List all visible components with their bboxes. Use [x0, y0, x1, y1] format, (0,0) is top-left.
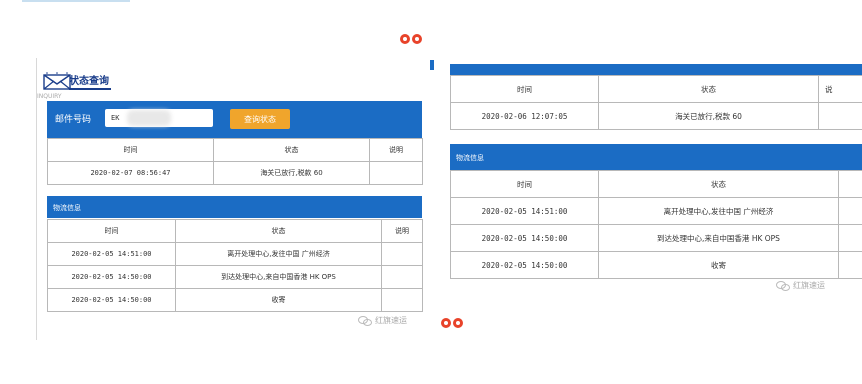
- watermark: 红旗速运: [776, 280, 825, 291]
- col-header-time: 时间: [47, 138, 214, 162]
- pager-dot: [400, 34, 410, 44]
- col-header-time: 时间: [47, 219, 176, 243]
- col-header-status: 状态: [175, 219, 382, 243]
- pager-dots-bottom: [441, 318, 463, 328]
- table-row: 2020-02-05 14:51:00 离开处理中心,发往中国 广州经济: [47, 242, 423, 266]
- col-header-status: 状态: [213, 138, 370, 162]
- table-header-row: 时间 状态 说明: [47, 219, 423, 243]
- logistics-table: 时间 状态 说明 2020-02-05 14:51:00 离开处理中心,发往中国…: [47, 219, 423, 312]
- logistics-header: 物流信息: [47, 196, 422, 218]
- cell-time: 2020-02-07 08:56:47: [47, 161, 214, 185]
- logistics-header: 物流信息: [450, 144, 862, 170]
- page-title: 状态查询: [69, 72, 111, 90]
- cell-status: 收寄: [598, 251, 839, 279]
- cell-status: 离开处理中心,发往中国 广州经济: [175, 242, 382, 266]
- cell-note: [369, 161, 423, 185]
- wechat-icon: [776, 281, 790, 291]
- cell-time: 2020-02-05 14:51:00: [450, 197, 599, 225]
- table-row: 2020-02-05 14:51:00 离开处理中心,发往中国 广州经济: [450, 197, 862, 225]
- table-row: 2020-02-05 14:50:00 收寄: [450, 251, 862, 279]
- envelope-icon: [43, 72, 71, 90]
- tracking-label: 邮件号码: [55, 115, 92, 125]
- query-form: 邮件号码 EK HK 查询状态: [47, 101, 422, 138]
- status-table: 时间 状态 说明 2020-02-07 08:56:47 海关已放行,税款 60: [47, 138, 423, 185]
- cell-time: 2020-02-05 14:50:00: [450, 224, 599, 252]
- logistics-title: 物流信息: [456, 154, 484, 162]
- watermark-text: 红旗速运: [793, 281, 825, 290]
- tracking-prefix: EK: [111, 114, 120, 122]
- col-header-status: 状态: [598, 75, 819, 103]
- cell-time: 2020-02-05 14:50:00: [450, 251, 599, 279]
- cell-status: 离开处理中心,发往中国 广州经济: [598, 197, 839, 225]
- cell-note: [381, 265, 423, 289]
- right-panel: 时间 状态 说 2020-02-06 12:07:05 海关已放行,税款 60 …: [450, 64, 862, 314]
- cell-note: [818, 102, 862, 130]
- cell-note: [381, 242, 423, 266]
- status-table: 时间 状态 说 2020-02-06 12:07:05 海关已放行,税款 60: [450, 75, 862, 130]
- table-row: 2020-02-05 14:50:00 到达处理中心,来自中国香港 HK OPS: [450, 224, 862, 252]
- col-header-status: 状态: [598, 170, 839, 198]
- left-panel: 状态查询 INQUIRY 邮件号码 EK HK 查询状态 时间 状态 说明 20…: [36, 58, 434, 340]
- table-row: 2020-02-05 14:50:00 收寄: [47, 288, 423, 312]
- header-logo: 状态查询: [43, 68, 111, 90]
- cell-status: 到达处理中心,来自中国香港 HK OPS: [598, 224, 839, 252]
- col-header-time: 时间: [450, 170, 599, 198]
- query-status-button[interactable]: 查询状态: [230, 109, 290, 129]
- logistics-title: 物流信息: [53, 204, 81, 212]
- table-row: 2020-02-05 14:50:00 到达处理中心,来自中国香港 HK OPS: [47, 265, 423, 289]
- cell-note: [838, 251, 862, 279]
- redaction-blur: [127, 110, 171, 126]
- table-header-row: 时间 状态: [450, 170, 862, 198]
- scroll-indicator: [430, 60, 434, 70]
- cell-status: 海关已放行,税款 60: [213, 161, 370, 185]
- col-header-note: 说明: [369, 138, 423, 162]
- col-header-note: [838, 170, 862, 198]
- top-blue-bar: [450, 64, 862, 75]
- cell-time: 2020-02-06 12:07:05: [450, 102, 599, 130]
- cell-time: 2020-02-05 14:50:00: [47, 265, 176, 289]
- cell-status: 海关已放行,税款 60: [598, 102, 819, 130]
- cell-status: 收寄: [175, 288, 382, 312]
- top-accent-line: [22, 0, 130, 2]
- logistics-table: 时间 状态 2020-02-05 14:51:00 离开处理中心,发往中国 广州…: [450, 170, 862, 279]
- pager-dot: [453, 318, 463, 328]
- pager-dot: [412, 34, 422, 44]
- col-header-note: 说明: [381, 219, 423, 243]
- table-row: 2020-02-07 08:56:47 海关已放行,税款 60: [47, 161, 423, 185]
- pager-dot: [441, 318, 451, 328]
- col-header-time: 时间: [450, 75, 599, 103]
- cell-status: 到达处理中心,来自中国香港 HK OPS: [175, 265, 382, 289]
- cell-note: [838, 197, 862, 225]
- pager-dots-top: [400, 34, 422, 44]
- col-header-note: 说: [818, 75, 862, 103]
- wechat-icon: [358, 316, 372, 326]
- table-row: 2020-02-06 12:07:05 海关已放行,税款 60: [450, 102, 862, 130]
- cell-time: 2020-02-05 14:50:00: [47, 288, 176, 312]
- watermark-text: 红旗速运: [375, 316, 407, 325]
- page-subtitle: INQUIRY: [37, 93, 62, 100]
- cell-note: [381, 288, 423, 312]
- table-header-row: 时间 状态 说明: [47, 138, 423, 162]
- table-header-row: 时间 状态 说: [450, 75, 862, 103]
- watermark: 红旗速运: [358, 315, 407, 326]
- cell-time: 2020-02-05 14:51:00: [47, 242, 176, 266]
- cell-note: [838, 224, 862, 252]
